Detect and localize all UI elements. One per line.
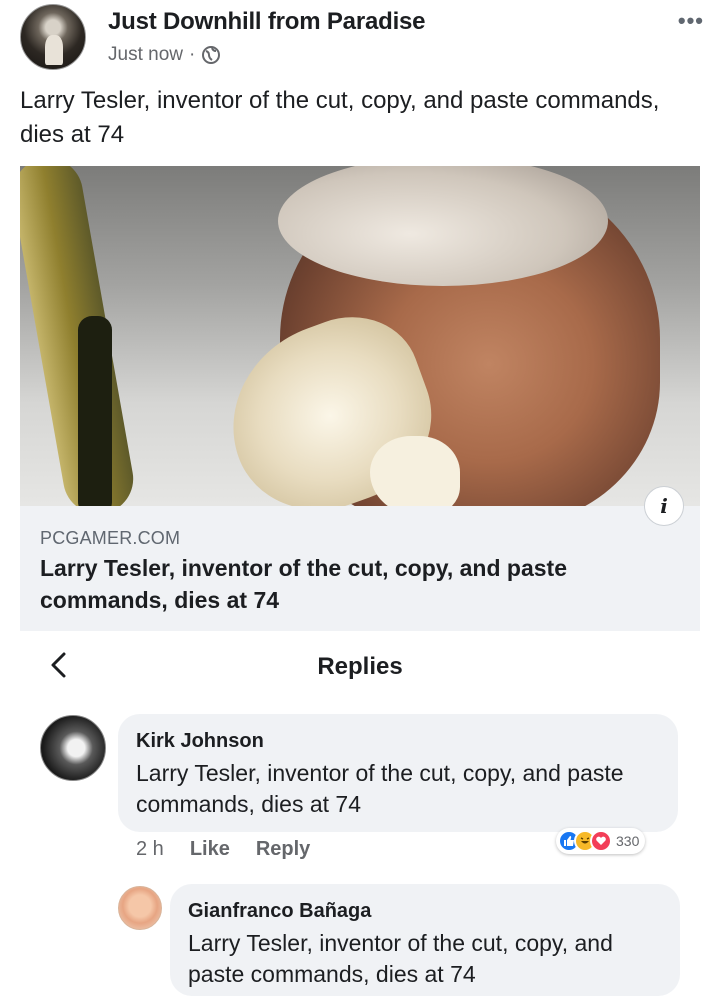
love-reaction-icon [590,830,612,852]
info-icon[interactable]: i [644,486,684,526]
link-title[interactable]: Larry Tesler, inventor of the cut, copy,… [40,552,680,616]
replies-title: Replies [317,653,403,680]
meta-separator: · [188,44,196,65]
comment-author[interactable]: Kirk Johnson [136,730,264,753]
like-button[interactable]: Like [190,838,230,861]
comment-text: Larry Tesler, inventor of the cut, copy,… [188,930,613,987]
page-name[interactable]: Just Downhill from Paradise [108,8,426,36]
comment-actions: 2 h Like Reply [136,838,310,861]
comment-text: Larry Tesler, inventor of the cut, copy,… [136,760,624,817]
reply-button[interactable]: Reply [256,838,310,861]
globe-icon [202,46,221,64]
commenter-avatar[interactable] [118,886,162,930]
reaction-summary[interactable]: 330 [556,828,646,854]
more-options-icon[interactable]: ••• [678,8,704,34]
comment-bubble[interactable]: Gianfranco Bañaga Larry Tesler, inventor… [170,884,680,996]
page-avatar[interactable] [20,4,86,70]
comment-author[interactable]: Gianfranco Bañaga [188,900,371,923]
flower-petal-small [370,436,460,506]
post-meta: Just now · [108,44,221,66]
reaction-count: 330 [616,833,640,849]
link-preview-card[interactable]: i PCGAMER.COM Larry Tesler, inventor of … [20,166,700,631]
post-text: Larry Tesler, inventor of the cut, copy,… [20,87,660,148]
flower-stem-shadow [78,316,112,506]
comment-bubble[interactable]: Kirk Johnson Larry Tesler, inventor of t… [118,714,678,832]
link-domain: PCGAMER.COM [40,528,181,548]
comment-time[interactable]: 2 h [136,838,164,861]
replies-header: Replies [0,640,720,696]
link-preview-image[interactable] [20,166,700,506]
commenter-avatar[interactable] [40,715,106,781]
post-timestamp[interactable]: Just now [108,44,183,66]
post-header: Just Downhill from Paradise Just now · •… [0,0,720,80]
